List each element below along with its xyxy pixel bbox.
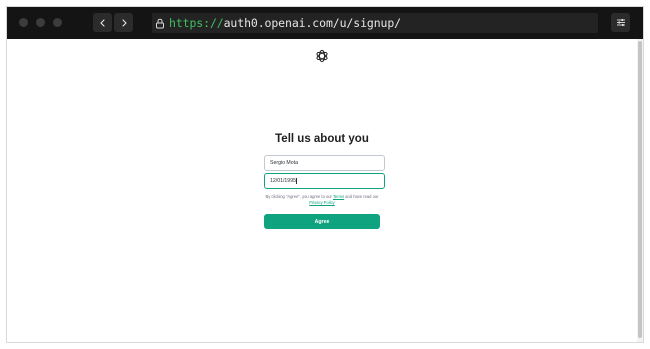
legal-text-between: and have read our xyxy=(344,194,379,199)
terms-link[interactable]: Terms xyxy=(333,194,344,199)
scrollbar-thumb[interactable] xyxy=(638,41,642,338)
birthday-input[interactable]: 12/01/1995 xyxy=(264,173,385,189)
agree-button[interactable]: Agree xyxy=(264,214,380,229)
page-title: Tell us about you xyxy=(275,133,369,145)
legal-text-before: By clicking "Agree", you agree to our xyxy=(265,194,333,199)
browser-window: https://auth0.openai.com/u/signup/ Tell … xyxy=(7,7,643,342)
sliders-icon xyxy=(616,19,625,26)
full-name-value: Sergio Mota xyxy=(270,160,298,166)
chevron-left-icon xyxy=(99,18,105,27)
birthday-value: 12/01/1995 xyxy=(270,178,296,184)
text-caret xyxy=(296,178,297,184)
legal-notice: By clicking "Agree", you agree to our Te… xyxy=(259,194,385,207)
privacy-policy-link[interactable]: Privacy Policy xyxy=(309,200,334,205)
url-scheme: https:// xyxy=(169,16,224,30)
forward-button[interactable] xyxy=(114,13,133,32)
settings-button[interactable] xyxy=(611,13,630,32)
lock-icon xyxy=(155,18,165,29)
back-button[interactable] xyxy=(93,13,112,32)
chevron-right-icon xyxy=(121,18,127,27)
window-maximize-dot[interactable] xyxy=(53,18,62,27)
window-minimize-dot[interactable] xyxy=(36,18,45,27)
page-content: Tell us about you Sergio Mota 12/01/1995… xyxy=(7,39,643,342)
browser-toolbar: https://auth0.openai.com/u/signup/ xyxy=(7,7,643,39)
full-name-input[interactable]: Sergio Mota xyxy=(264,155,385,171)
window-close-dot[interactable] xyxy=(19,18,28,27)
scrollbar[interactable] xyxy=(637,39,643,342)
openai-logo xyxy=(316,49,328,63)
url-text: https://auth0.openai.com/u/signup/ xyxy=(169,16,401,30)
url-path: auth0.openai.com/u/signup/ xyxy=(223,16,402,30)
address-bar[interactable]: https://auth0.openai.com/u/signup/ xyxy=(152,13,598,33)
